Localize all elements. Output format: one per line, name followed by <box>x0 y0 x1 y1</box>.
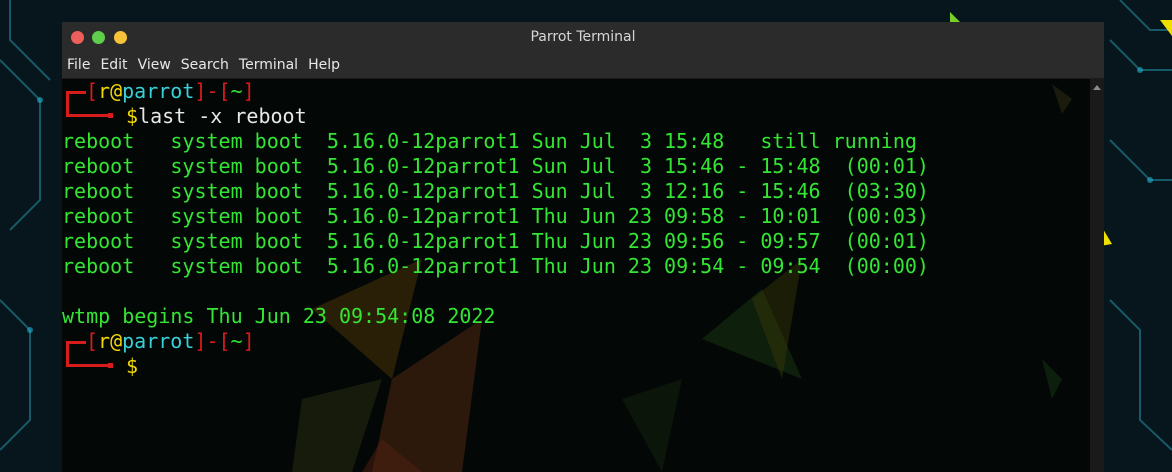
prompt-corner-icon <box>62 329 86 354</box>
prompt-bracket: ] <box>242 329 255 353</box>
title-bar[interactable]: Parrot Terminal <box>62 22 1104 53</box>
output-row: reboot system boot 5.16.0-12parrot1 Thu … <box>62 229 929 253</box>
prompt-symbol: $ <box>126 354 139 378</box>
prompt-line-1: [r@parrot]-[~] <box>62 79 1090 104</box>
menu-file[interactable]: File <box>62 53 95 78</box>
output-row: reboot system boot 5.16.0-12parrot1 Sun … <box>62 179 929 203</box>
prompt-dash: - <box>206 79 219 103</box>
output-row: reboot system boot 5.16.0-12parrot1 Sun … <box>62 129 917 153</box>
terminal-output[interactable]: [r@parrot]-[~] $last -x reboot reboot sy… <box>62 79 1104 472</box>
prompt-bracket: [ <box>86 79 99 103</box>
terminal-window: Parrot Terminal File Edit View Search Te… <box>62 22 1104 472</box>
prompt-line-2: [r@parrot]-[~] <box>62 329 1090 354</box>
prompt-at: @ <box>110 329 123 353</box>
prompt-arrow-icon <box>62 104 126 129</box>
output-row: reboot system boot 5.16.0-12parrot1 Thu … <box>62 254 929 278</box>
prompt-bracket: [ <box>218 79 231 103</box>
prompt-bracket: ] <box>194 79 207 103</box>
prompt-bracket: ] <box>242 79 255 103</box>
menu-bar: File Edit View Search Terminal Help <box>62 53 1104 79</box>
prompt-bracket: ] <box>194 329 207 353</box>
window-title: Parrot Terminal <box>530 29 636 45</box>
command-text: last -x reboot <box>138 104 307 128</box>
output-row: reboot system boot 5.16.0-12parrot1 Sun … <box>62 154 929 178</box>
prompt-dir: ~ <box>230 79 243 103</box>
scrollbar[interactable] <box>1090 79 1104 472</box>
prompt-host: parrot <box>122 79 195 103</box>
prompt-user: r <box>98 79 111 103</box>
prompt-arrow-icon <box>62 354 126 379</box>
prompt-bracket: [ <box>218 329 231 353</box>
prompt-host: parrot <box>122 329 195 353</box>
prompt-dir: ~ <box>230 329 243 353</box>
prompt-user: r <box>98 329 111 353</box>
terminal-lines: [r@parrot]-[~] $last -x reboot reboot sy… <box>62 79 1090 379</box>
prompt-at: @ <box>110 79 123 103</box>
prompt-corner-icon <box>62 79 86 104</box>
scroll-up-icon[interactable] <box>1093 85 1101 90</box>
command-line: $last -x reboot <box>62 104 1090 129</box>
prompt-symbol: $ <box>126 104 139 128</box>
input-line[interactable]: $ <box>62 354 1090 379</box>
menu-terminal[interactable]: Terminal <box>234 53 303 78</box>
output-row: reboot system boot 5.16.0-12parrot1 Thu … <box>62 204 929 228</box>
prompt-dash: - <box>206 329 219 353</box>
menu-help[interactable]: Help <box>303 53 345 78</box>
prompt-bracket: [ <box>86 329 99 353</box>
menu-view[interactable]: View <box>133 53 176 78</box>
menu-edit[interactable]: Edit <box>95 53 132 78</box>
wtmp-line: wtmp begins Thu Jun 23 09:54:08 2022 <box>62 304 496 328</box>
menu-search[interactable]: Search <box>176 53 234 78</box>
